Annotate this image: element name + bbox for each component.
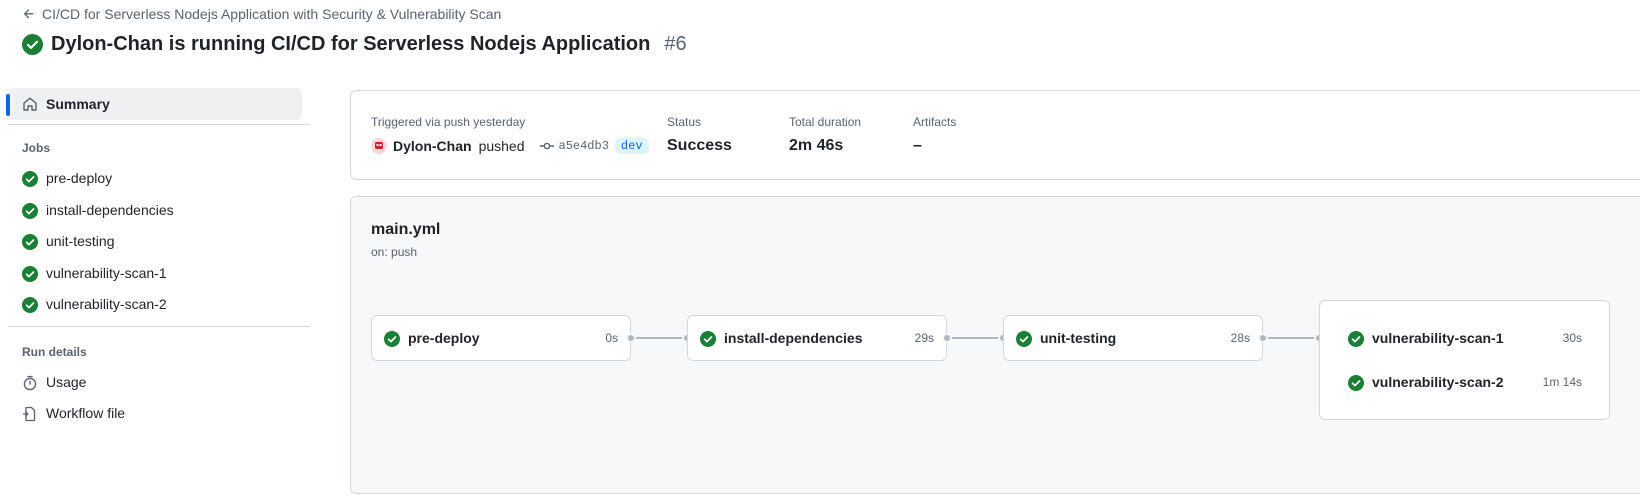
job-name: pre-deploy <box>408 330 480 346</box>
trigger-label: Triggered via push yesterday <box>371 115 526 129</box>
graph-connector <box>1263 337 1319 339</box>
graph-job-vulnerability-scan-2[interactable]: vulnerability-scan-2 1m 14s <box>1320 367 1610 397</box>
sidebar-divider <box>8 124 310 125</box>
commit-link[interactable]: a5e4db3 <box>539 138 609 154</box>
sidebar-item-summary[interactable]: Summary <box>6 88 302 120</box>
workflow-graph: main.yml on: push pre-deploy 0s install-… <box>350 196 1640 494</box>
action-text: pushed <box>478 138 525 154</box>
sidebar-item-label: pre-deploy <box>46 170 113 186</box>
graph-node <box>1258 333 1268 343</box>
graph-node <box>626 333 636 343</box>
trigger-details: Dylon-Chan pushed a5e4db3 dev <box>371 138 649 154</box>
sidebar-item-label: unit-testing <box>46 233 115 249</box>
status-label: Status <box>667 115 702 129</box>
check-circle-fill-icon <box>22 266 38 282</box>
graph-job-pre-deploy[interactable]: pre-deploy 0s <box>371 315 631 361</box>
graph-connector <box>631 337 687 339</box>
job-name: vulnerability-scan-2 <box>1372 374 1504 390</box>
check-circle-fill-icon <box>22 203 38 219</box>
run-summary-card: Triggered via push yesterday Dylon-Chan … <box>350 90 1640 180</box>
job-duration: 28s <box>1230 331 1250 345</box>
workflow-trigger: on: push <box>371 245 418 259</box>
job-name: vulnerability-scan-1 <box>1372 330 1504 346</box>
run-details-heading: Run details <box>22 345 87 359</box>
graph-job-install-dependencies[interactable]: install-dependencies 29s <box>687 315 947 361</box>
check-circle-fill-icon <box>22 171 38 187</box>
page-title: Dylon-Chan is running CI/CD for Serverle… <box>51 32 651 55</box>
sidebar-item-install-dependencies[interactable]: install-dependencies <box>8 195 302 225</box>
sidebar-item-label: Usage <box>46 374 87 390</box>
job-duration: 30s <box>1562 331 1582 345</box>
check-circle-fill-icon <box>1348 375 1364 391</box>
sidebar-item-pre-deploy[interactable]: pre-deploy <box>8 163 302 193</box>
job-duration: 0s <box>605 331 618 345</box>
workflow-file-name[interactable]: main.yml <box>371 221 440 239</box>
back-to-workflow-link[interactable]: CI/CD for Serverless Nodejs Application … <box>22 4 501 24</box>
run-title: Dylon-Chan is running CI/CD for Serverle… <box>22 31 687 57</box>
check-circle-fill-icon <box>384 331 400 347</box>
stopwatch-icon <box>23 375 37 391</box>
check-circle-fill-icon <box>22 297 38 313</box>
graph-job-unit-testing[interactable]: unit-testing 28s <box>1003 315 1263 361</box>
parallel-jobs-group: vulnerability-scan-1 30s vulnerability-s… <box>1319 300 1610 420</box>
sidebar-item-unit-testing[interactable]: unit-testing <box>8 226 302 256</box>
active-indicator <box>6 94 10 116</box>
sidebar-item-workflow-file[interactable]: Workflow file <box>8 398 302 428</box>
check-circle-fill-icon <box>700 331 716 347</box>
actor-name[interactable]: Dylon-Chan <box>393 138 472 154</box>
check-circle-fill-icon <box>22 234 38 250</box>
check-circle-fill-icon <box>22 33 43 55</box>
git-commit-icon <box>539 142 554 150</box>
jobs-heading: Jobs <box>22 141 51 155</box>
duration-value: 2m 46s <box>789 137 844 154</box>
sidebar-item-label: install-dependencies <box>46 202 174 218</box>
home-icon <box>23 97 37 111</box>
check-circle-fill-icon <box>1348 331 1364 347</box>
sidebar-item-vulnerability-scan-2[interactable]: vulnerability-scan-2 <box>8 289 302 319</box>
job-name: install-dependencies <box>724 330 863 346</box>
avatar[interactable] <box>371 138 387 154</box>
graph-job-vulnerability-scan-1[interactable]: vulnerability-scan-1 30s <box>1320 323 1610 353</box>
sidebar-item-vulnerability-scan-1[interactable]: vulnerability-scan-1 <box>8 258 302 288</box>
artifacts-value: – <box>913 137 922 154</box>
branch-badge[interactable]: dev <box>614 138 649 154</box>
duration-label: Total duration <box>789 115 862 129</box>
job-name: unit-testing <box>1040 330 1117 346</box>
sidebar-item-label: Summary <box>46 96 110 112</box>
sidebar-item-label: vulnerability-scan-1 <box>46 265 167 281</box>
back-link-label: CI/CD for Serverless Nodejs Application … <box>42 6 502 22</box>
artifacts-label: Artifacts <box>913 115 957 129</box>
workflow-file-icon <box>22 406 36 422</box>
sidebar-item-label: Workflow file <box>46 405 126 421</box>
sidebar-item-label: vulnerability-scan-2 <box>46 296 167 312</box>
status-value: Success <box>667 137 732 154</box>
sidebar-divider <box>8 326 310 327</box>
graph-connector <box>947 337 1003 339</box>
check-circle-fill-icon <box>1016 331 1032 347</box>
sidebar-item-usage[interactable]: Usage <box>8 367 302 397</box>
arrow-left-icon <box>23 9 34 19</box>
run-number: #6 <box>664 32 687 55</box>
job-duration: 1m 14s <box>1542 375 1582 389</box>
commit-sha: a5e4db3 <box>558 139 609 153</box>
job-duration: 29s <box>914 331 934 345</box>
graph-node <box>942 333 952 343</box>
